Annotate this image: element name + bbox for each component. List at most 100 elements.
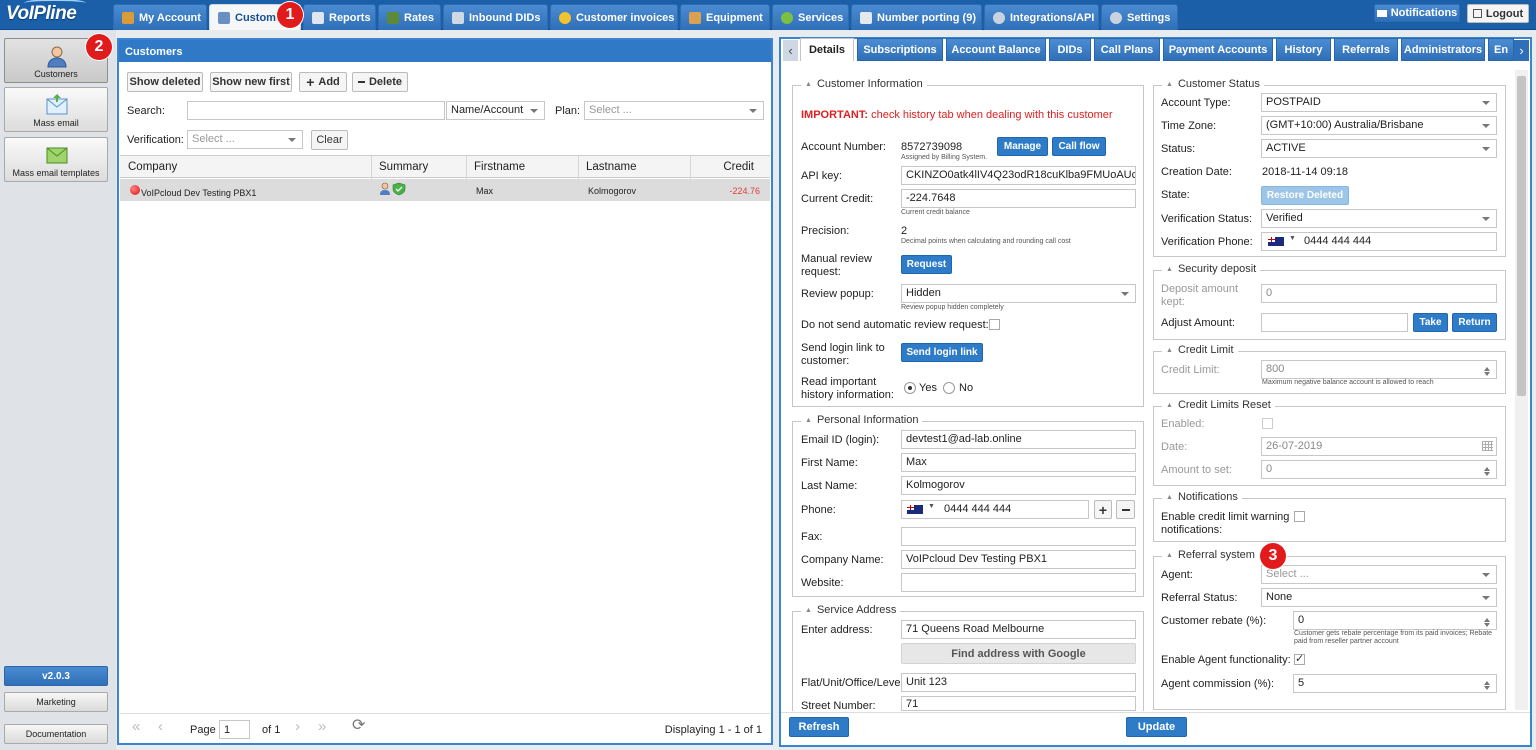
tab-number-porting[interactable]: Number porting (9)	[851, 4, 982, 30]
tab-customer-invoices[interactable]: Customer invoices	[550, 4, 678, 30]
tab-subscriptions[interactable]: Subscriptions	[857, 38, 943, 61]
tab-administrators[interactable]: Administrators	[1401, 38, 1485, 61]
page-number-input[interactable]	[219, 720, 250, 739]
tab-referrals[interactable]: Referrals	[1334, 38, 1398, 61]
add-phone-button[interactable]: +	[1094, 500, 1112, 519]
sidebar-item-mass-email-templates[interactable]: Mass email templates	[4, 137, 108, 182]
tab-integrations-api[interactable]: Integrations/API	[984, 4, 1099, 30]
account-type-select[interactable]: POSTPAID	[1261, 93, 1497, 112]
current-credit-field[interactable]: -224.7648	[901, 189, 1136, 208]
column-summary[interactable]: Summary	[379, 161, 428, 174]
prev-page-icon[interactable]: ‹	[158, 719, 163, 734]
detail-scrollbar[interactable]	[1515, 70, 1528, 710]
search-input[interactable]	[187, 101, 445, 120]
status-select[interactable]: ACTIVE	[1261, 139, 1497, 158]
search-type-select[interactable]: Name/Account	[446, 101, 545, 120]
column-firstname[interactable]: Firstname	[474, 161, 525, 174]
update-button[interactable]: Update	[1126, 717, 1187, 737]
caret-down-icon[interactable]: ▼	[1289, 235, 1296, 242]
agent-functionality-checkbox[interactable]: ✓	[1294, 653, 1305, 665]
enter-address-field[interactable]: 71 Queens Road Melbourne	[901, 620, 1136, 639]
time-zone-select[interactable]: (GMT+10:00) Australia/Brisbane	[1261, 116, 1497, 135]
tab-services[interactable]: Services	[772, 4, 849, 30]
tab-equipment[interactable]: Equipment	[680, 4, 770, 30]
tab-call-plans[interactable]: Call Plans	[1094, 38, 1160, 61]
customer-rebate-field[interactable]: 0	[1293, 611, 1497, 630]
first-name-field[interactable]: Max	[901, 453, 1136, 472]
add-customer-button[interactable]: + Add	[299, 72, 347, 92]
restore-deleted-button[interactable]: Restore Deleted	[1261, 186, 1349, 205]
verification-select[interactable]: Select ...	[187, 130, 303, 149]
agent-commission-field[interactable]: 5	[1293, 674, 1497, 693]
verification-phone-field[interactable]: 0444 444 444	[1261, 232, 1497, 251]
tab-settings[interactable]: Settings	[1101, 4, 1178, 30]
api-key-field[interactable]: CKINZO0atk4lIV4Q23odR18cuKlba9FMUoAUcA	[901, 166, 1136, 185]
sidebar-item-mass-email[interactable]: Mass email	[4, 87, 108, 132]
request-review-button[interactable]: Request	[901, 255, 952, 274]
refresh-button[interactable]: Refresh	[789, 717, 849, 737]
tab-history[interactable]: History	[1276, 38, 1331, 61]
scrollbar-thumb[interactable]	[1517, 76, 1526, 396]
fax-field[interactable]	[901, 527, 1136, 546]
credit-warning-checkbox[interactable]	[1294, 511, 1305, 522]
adjust-amount-field[interactable]	[1261, 313, 1408, 332]
tabs-scroll-left-icon[interactable]: ‹	[783, 40, 798, 61]
precision-label: Precision:	[801, 225, 850, 237]
return-button[interactable]: Return	[1452, 313, 1497, 332]
show-new-first-button[interactable]: Show new first	[210, 72, 292, 92]
tab-rates[interactable]: Rates	[378, 4, 441, 30]
company-name-field[interactable]: VoIPcloud Dev Testing PBX1	[901, 550, 1136, 569]
yes-radio[interactable]	[904, 382, 916, 394]
mail-send-icon	[46, 94, 68, 115]
remove-phone-button[interactable]	[1116, 500, 1135, 519]
voipline-logo[interactable]: VoIPline	[6, 0, 106, 27]
table-row[interactable]: VoIPcloud Dev Testing PBX1 Max Kolmogoro…	[120, 179, 770, 201]
logout-button[interactable]: Logout	[1467, 4, 1529, 23]
first-page-icon[interactable]: «	[132, 719, 140, 734]
deposit-kept-field: 0	[1261, 284, 1497, 303]
tab-dids[interactable]: DIDs	[1049, 38, 1091, 61]
referral-status-select[interactable]: None	[1261, 588, 1497, 607]
notifications-button[interactable]: Notifications	[1374, 4, 1460, 22]
no-radio[interactable]	[943, 382, 955, 394]
website-field[interactable]	[901, 573, 1136, 592]
tab-my-account[interactable]: My Account	[113, 4, 207, 30]
tab-account-balance[interactable]: Account Balance	[946, 38, 1046, 61]
column-credit[interactable]: Credit	[723, 161, 754, 174]
reload-icon[interactable]: ⟳	[352, 718, 365, 734]
tabs-scroll-right-icon[interactable]: ›	[1514, 40, 1529, 61]
tab-reports[interactable]: Reports	[303, 4, 376, 30]
tab-more[interactable]: En	[1488, 38, 1514, 61]
review-popup-select[interactable]: Hidden	[901, 284, 1136, 303]
marketing-button[interactable]: Marketing	[4, 692, 108, 712]
tab-inbound-dids[interactable]: Inbound DIDs	[443, 4, 548, 30]
column-lastname[interactable]: Lastname	[586, 161, 637, 174]
customer-rebate-label: Customer rebate (%):	[1161, 615, 1267, 627]
next-page-icon[interactable]: ›	[295, 719, 300, 734]
take-button[interactable]: Take	[1413, 313, 1448, 332]
last-name-field[interactable]: Kolmogorov	[901, 476, 1136, 495]
documentation-button[interactable]: Documentation	[4, 724, 108, 744]
find-address-google-button[interactable]: Find address with Google	[901, 643, 1136, 664]
australia-flag-icon[interactable]	[1268, 237, 1284, 246]
agent-select[interactable]: Select ...	[1261, 565, 1497, 584]
customer-rebate-hint: Customer gets rebate percentage from its…	[1294, 630, 1493, 645]
australia-flag-icon[interactable]	[907, 505, 923, 514]
manage-button[interactable]: Manage	[997, 137, 1048, 156]
caret-down-icon[interactable]: ▼	[928, 503, 935, 510]
column-company[interactable]: Company	[128, 161, 177, 174]
verification-status-select[interactable]: Verified	[1261, 209, 1497, 228]
last-page-icon[interactable]: »	[318, 719, 326, 734]
flat-unit-field[interactable]: Unit 123	[901, 673, 1136, 692]
no-auto-review-checkbox[interactable]	[989, 319, 1000, 330]
tab-details[interactable]: Details	[800, 38, 854, 61]
clear-button[interactable]: Clear	[311, 130, 348, 150]
email-field[interactable]: devtest1@ad-lab.online	[901, 430, 1136, 449]
call-flow-button[interactable]: Call flow	[1052, 137, 1106, 156]
send-login-link-button[interactable]: Send login link	[901, 343, 983, 362]
delete-customer-button[interactable]: Delete	[352, 72, 408, 92]
tab-payment-accounts[interactable]: Payment Accounts	[1163, 38, 1273, 61]
plan-select[interactable]: Select ...	[584, 101, 764, 120]
show-deleted-button[interactable]: Show deleted	[127, 72, 203, 92]
street-number-field[interactable]: 71	[901, 696, 1136, 711]
